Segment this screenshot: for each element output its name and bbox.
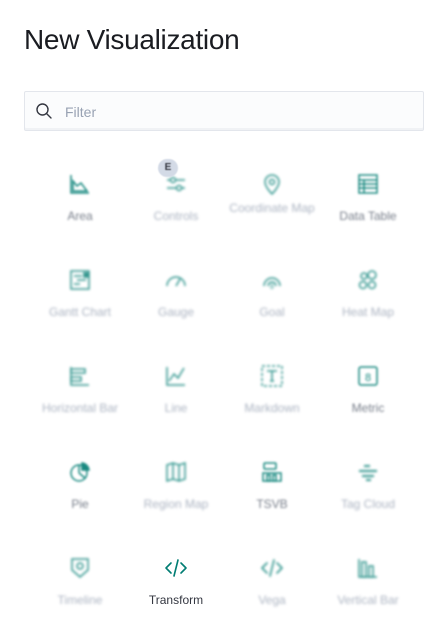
tile-transform[interactable]: Transform: [128, 544, 224, 640]
heatmap-icon: [358, 270, 377, 290]
page-title: New Visualization: [24, 24, 240, 55]
experimental-badge: E: [158, 159, 178, 177]
tile-metric[interactable]: 8 Metric: [320, 352, 416, 448]
tile-coordinate-map[interactable]: Coordinate Map: [224, 160, 320, 256]
table-icon: [358, 174, 378, 194]
timeline-icon: [71, 558, 89, 578]
svg-text:8: 8: [270, 284, 274, 291]
tile-label: Horizontal Bar: [41, 401, 119, 415]
tile-label: Region Map: [143, 497, 209, 511]
visualization-grid: Area Controls Coordinate Map Data Table …: [32, 160, 416, 640]
tile-label: Transform: [148, 593, 204, 607]
tile-label: Markdown: [244, 401, 300, 415]
tile-gantt-chart[interactable]: Gantt Chart: [32, 256, 128, 352]
search-icon: [36, 103, 52, 119]
tile-label: Heat Map: [341, 305, 395, 319]
tile-heat-map[interactable]: Heat Map: [320, 256, 416, 352]
map-pin-icon: [264, 174, 280, 196]
tile-pie[interactable]: Pie: [32, 448, 128, 544]
tile-label: Controls: [153, 209, 199, 223]
tile-vega[interactable]: Vega: [224, 544, 320, 640]
tile-vertical-bar[interactable]: Vertical Bar: [320, 544, 416, 640]
tile-label: Gantt Chart: [48, 305, 112, 319]
tile-area[interactable]: Area: [32, 160, 128, 256]
filter-input[interactable]: [63, 92, 417, 132]
tile-line[interactable]: Line: [128, 352, 224, 448]
tile-label: TSVB: [256, 497, 288, 511]
tile-label: Timeline: [57, 593, 103, 607]
tile-label: Tag Cloud: [340, 497, 396, 511]
tile-label: Gauge: [157, 305, 195, 319]
code-icon: [165, 559, 187, 577]
tile-goal[interactable]: 8 Goal: [224, 256, 320, 352]
vega-icon: [261, 559, 283, 577]
tile-label: Line: [164, 401, 188, 415]
tile-horizontal-bar[interactable]: Horizontal Bar: [32, 352, 128, 448]
tile-label: Area: [67, 209, 93, 223]
vertical-bar-icon: [358, 559, 377, 578]
tile-label: Metric: [351, 401, 385, 415]
tile-timeline[interactable]: Timeline: [32, 544, 128, 640]
tile-gauge[interactable]: Gauge: [128, 256, 224, 352]
gauge-icon: [166, 276, 186, 287]
area-chart-icon: [70, 175, 89, 194]
tile-label: Coordinate Map: [229, 201, 315, 215]
tile-region-map[interactable]: Region Map: [128, 448, 224, 544]
svg-text:8: 8: [365, 372, 371, 384]
line-chart-icon: [166, 367, 185, 386]
tile-tag-cloud[interactable]: Tag Cloud: [320, 448, 416, 544]
filter-field[interactable]: [24, 91, 424, 132]
region-map-icon: [166, 461, 186, 483]
tile-label: Vertical Bar: [337, 593, 399, 607]
tile-label: Goal: [259, 305, 285, 319]
tag-cloud-icon: [359, 465, 377, 481]
tile-controls[interactable]: Controls: [128, 160, 224, 256]
tile-tsvb[interactable]: TSVB: [224, 448, 320, 544]
tile-label: Vega: [258, 593, 286, 607]
goal-icon: 8: [263, 277, 281, 291]
gantt-icon: [70, 270, 90, 290]
tile-data-table[interactable]: Data Table: [320, 160, 416, 256]
tile-label: Data Table: [339, 209, 397, 223]
markdown-icon: [261, 365, 283, 387]
tile-label: Pie: [71, 497, 89, 511]
tile-markdown[interactable]: Markdown: [224, 352, 320, 448]
tsvb-icon: [262, 462, 282, 482]
pie-icon: [70, 462, 90, 482]
metric-icon: 8: [358, 366, 378, 386]
horizontal-bar-icon: [70, 367, 89, 386]
